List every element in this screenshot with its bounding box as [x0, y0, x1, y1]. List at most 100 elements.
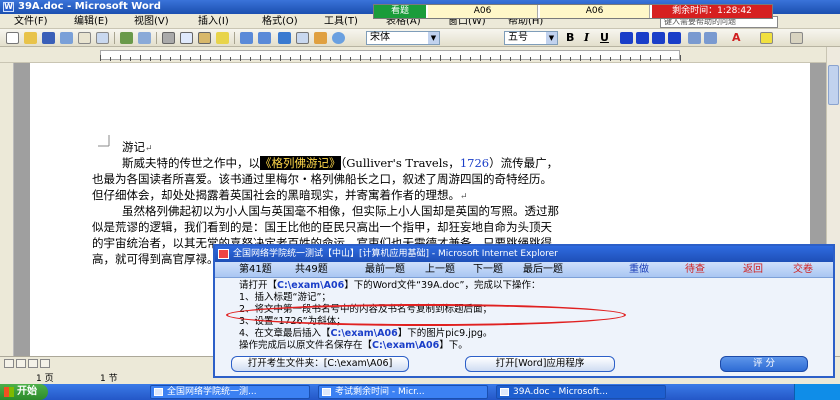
task-exam-timer[interactable]: 考试剩余时间 - Micr...: [318, 385, 488, 399]
ruler-tick: [200, 55, 201, 61]
italic-button[interactable]: I: [584, 31, 589, 45]
paste-icon[interactable]: [198, 32, 211, 44]
horizontal-ruler[interactable]: [0, 47, 840, 63]
numbering-icon[interactable]: [688, 32, 701, 44]
total-questions: 共49题: [295, 264, 328, 275]
system-tray[interactable]: [794, 384, 840, 400]
doc-line-7[interactable]: 高，就可得到高官厚禄。: [92, 251, 219, 267]
permission-icon[interactable]: [60, 32, 73, 44]
redo-link[interactable]: 重做: [629, 263, 649, 277]
next-question-link[interactable]: 下一题: [473, 263, 503, 277]
ruler-tick: [510, 57, 511, 61]
start-button[interactable]: 开始: [0, 384, 48, 400]
pending-link[interactable]: 待查: [685, 263, 705, 277]
word-title: 39A.doc - Microsoft Word: [18, 1, 161, 12]
zoom-icon[interactable]: [332, 32, 345, 44]
font-size-combo[interactable]: 五号 ▼: [504, 31, 558, 45]
menu-edit[interactable]: 编辑(E): [74, 15, 108, 28]
highlight-icon[interactable]: [760, 32, 773, 44]
table-icon[interactable]: [296, 32, 309, 44]
submit-link[interactable]: 交卷: [793, 263, 813, 277]
menu-file[interactable]: 文件(F): [14, 15, 48, 28]
task-exam-browser[interactable]: 全国网络学院统一测...: [150, 385, 310, 399]
redo-icon[interactable]: [258, 32, 271, 44]
align-center-icon[interactable]: [636, 32, 649, 44]
align-right-icon[interactable]: [652, 32, 665, 44]
web-view-icon[interactable]: [16, 359, 26, 368]
ruler-tick: [530, 57, 531, 61]
font-color-button[interactable]: A: [732, 31, 741, 45]
exam-app-icon: [218, 249, 229, 259]
toolbar: 宋体 ▼ 五号 ▼ B I U A: [0, 29, 840, 47]
ruler-tick: [140, 55, 141, 61]
print-view-icon[interactable]: [28, 359, 38, 368]
copy-icon[interactable]: [180, 32, 193, 44]
font-name-combo[interactable]: 宋体 ▼: [366, 31, 440, 45]
chevron-down-icon[interactable]: ▼: [428, 32, 439, 44]
vertical-ruler: [0, 63, 14, 356]
scroll-thumb[interactable]: [828, 65, 839, 105]
prev-question-link[interactable]: 上一题: [425, 263, 455, 277]
ruler-tick: [280, 55, 281, 61]
ruler-tick: [340, 55, 341, 61]
view-question-label[interactable]: 看题: [374, 5, 426, 18]
format-painter-icon[interactable]: [216, 32, 229, 44]
doc-line-2[interactable]: 也最为各国读者所喜爱。该书通过里梅尔・格列佛船长之口，叙述了周游四国的奇特经历。: [92, 171, 552, 187]
first-question-link[interactable]: 最前一题: [365, 263, 405, 277]
justify-icon[interactable]: [668, 32, 681, 44]
menu-tools[interactable]: 工具(T): [324, 15, 358, 28]
annotation-oval: [226, 304, 626, 326]
new-doc-icon[interactable]: [6, 32, 19, 44]
menu-view[interactable]: 视图(V): [134, 15, 169, 28]
ruler-tick: [150, 57, 151, 61]
ruler-tick: [620, 55, 621, 61]
ruler-tick: [460, 55, 461, 61]
instruction-1: 1、插入标题“游记”；: [239, 292, 331, 303]
ruler-tick: [410, 57, 411, 61]
bullets-icon[interactable]: [704, 32, 717, 44]
cut-icon[interactable]: [162, 32, 175, 44]
align-left-icon[interactable]: [620, 32, 633, 44]
ruler-tick: [310, 57, 311, 61]
spelling-icon[interactable]: [120, 32, 133, 44]
toolbar-options-icon[interactable]: [790, 32, 803, 44]
open-folder-icon[interactable]: [24, 32, 37, 44]
hyperlink-icon[interactable]: [278, 32, 291, 44]
doc-line-5[interactable]: 似是荒谬的逻辑，我们看到的是：国王比他的臣民只高出一个指甲，却狂妄地自命为头顶天: [92, 219, 552, 235]
instructions-area: 请打开【C:\exam\A06】下的Word文件“39A.doc”，完成以下操作…: [223, 280, 823, 351]
outline-view-icon[interactable]: [40, 359, 50, 368]
ruler-tick: [580, 55, 581, 61]
drawing-icon[interactable]: [314, 32, 327, 44]
print-icon[interactable]: [78, 32, 91, 44]
undo-icon[interactable]: [240, 32, 253, 44]
selected-book-title[interactable]: 《格列佛游记》: [260, 156, 341, 170]
score-button[interactable]: 评 分: [720, 356, 808, 372]
doc-line-4[interactable]: 虽然格列佛起初以为小人国与英国毫不相像，但实际上小人国却是英国的写照。透过那: [122, 203, 559, 219]
research-icon[interactable]: [138, 32, 151, 44]
instruction-4: 4、在文章最后插入【C:\exam\A06】下的图片pic9.jpg。: [239, 328, 493, 339]
last-question-link[interactable]: 最后一题: [523, 263, 563, 277]
save-icon[interactable]: [42, 32, 55, 44]
ruler-tick: [220, 55, 221, 61]
underline-button[interactable]: U: [600, 31, 609, 45]
ruler-tick: [360, 55, 361, 61]
print-preview-icon[interactable]: [96, 32, 109, 44]
open-folder-button[interactable]: 打开考生文件夹：[C:\exam\A06]: [231, 356, 409, 372]
ruler-tick: [540, 55, 541, 61]
task-word-document[interactable]: 39A.doc - Microsoft...: [496, 385, 666, 399]
back-link[interactable]: 返回: [743, 263, 763, 277]
normal-view-icon[interactable]: [4, 359, 14, 368]
ruler-tick: [670, 57, 671, 61]
bold-button[interactable]: B: [566, 31, 574, 45]
chevron-down-icon[interactable]: ▼: [546, 32, 557, 44]
ruler-tick: [390, 57, 391, 61]
menu-insert[interactable]: 插入(I): [198, 15, 229, 28]
doc-line-1[interactable]: 斯威夫特的传世之作中，以《格列佛游记》（Gulliver's Travels，1…: [122, 155, 558, 171]
remaining-time: 剩余时间：1:28:42: [652, 5, 772, 18]
exam-panel-window: 全国网络学院统一测试【中山】[计算机应用基础] - Microsoft Inte…: [213, 244, 835, 378]
menu-format[interactable]: 格式(O): [262, 15, 298, 28]
word-app-icon: W: [3, 2, 14, 12]
open-word-button[interactable]: 打开[Word]应用程序: [465, 356, 615, 372]
ruler-tick: [420, 55, 421, 61]
ruler-tick: [570, 57, 571, 61]
